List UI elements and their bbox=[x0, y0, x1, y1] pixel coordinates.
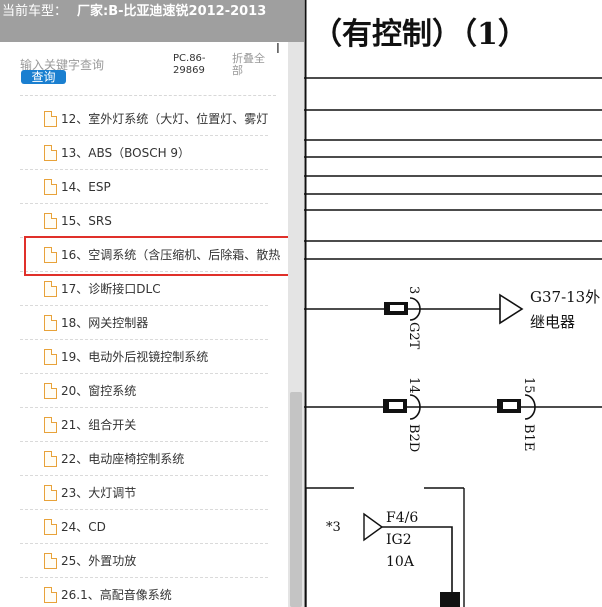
wiring-diagram: （有控制）（1） 3 G2T G37-13外 继电器 14 B2D 15 B1E… bbox=[304, 0, 602, 607]
tree-item-label: 15、SRS bbox=[61, 214, 112, 228]
document-icon bbox=[44, 417, 57, 433]
connector-g2t-label: G2T bbox=[406, 322, 421, 350]
document-icon bbox=[44, 587, 57, 603]
title-prefix: 当前车型： bbox=[2, 4, 68, 19]
document-icon bbox=[44, 553, 57, 569]
connector-b2d-label: B2D bbox=[406, 424, 421, 452]
tree-item-label: 18、网关控制器 bbox=[61, 316, 149, 330]
selection-highlight bbox=[24, 236, 293, 276]
document-icon bbox=[44, 213, 57, 229]
bar-glyph: I bbox=[276, 42, 280, 57]
connector-slot bbox=[389, 402, 403, 409]
diagram-header: （有控制）（1） bbox=[312, 17, 528, 52]
tree-item[interactable]: 14、ESP bbox=[20, 170, 268, 204]
connector-slot bbox=[503, 402, 517, 409]
tree-item-label: 22、电动座椅控制系统 bbox=[61, 452, 185, 466]
tree-item[interactable]: 20、窗控系统 bbox=[20, 374, 268, 408]
pin-14-label: 14 bbox=[406, 377, 421, 394]
document-icon bbox=[44, 519, 57, 535]
tree-item[interactable]: 25、外置功放 bbox=[20, 544, 268, 578]
relay-label-line2: 继电器 bbox=[530, 313, 575, 331]
fuse-triangle bbox=[363, 512, 384, 542]
document-icon bbox=[44, 179, 57, 195]
diagram-svg: （有控制）（1） 3 G2T G37-13外 继电器 14 B2D 15 B1E… bbox=[304, 0, 602, 607]
tree-item[interactable]: 12、室外灯系统（大灯、位置灯、雾灯 bbox=[20, 102, 268, 136]
tree-item-label: 24、CD bbox=[61, 520, 106, 534]
document-icon bbox=[44, 349, 57, 365]
tree-item[interactable]: 17、诊断接口DLC bbox=[20, 272, 268, 306]
tree-item[interactable]: 13、ABS（BOSCH 9） bbox=[20, 136, 268, 170]
car-model: 厂家:B-比亚迪速锐2012-2013 bbox=[77, 4, 267, 19]
tree-item-label: 25、外置功放 bbox=[61, 554, 137, 568]
relay-triangle bbox=[499, 293, 524, 325]
tree-item[interactable]: 26.1、高配音像系统 bbox=[20, 578, 268, 607]
navigation-panel: 输入关键字查询 查询 PC.86-29869 折叠全部 I 12、室外灯系统（大… bbox=[0, 42, 288, 607]
fuse-label-f46: F4/6 bbox=[386, 510, 418, 526]
tree-item[interactable]: 15、SRS bbox=[20, 204, 268, 238]
mark-star3: *3 bbox=[326, 520, 341, 535]
tree-item[interactable]: 19、电动外后视镜控制系统 bbox=[20, 340, 268, 374]
search-area: 输入关键字查询 查询 PC.86-29869 折叠全部 I bbox=[0, 42, 288, 96]
tree-item-label: 19、电动外后视镜控制系统 bbox=[61, 350, 209, 364]
pin-15-label: 15 bbox=[521, 377, 536, 394]
tree-item[interactable]: 18、网关控制器 bbox=[20, 306, 268, 340]
tree-item-label: 26.1、高配音像系统 bbox=[61, 588, 172, 602]
tree-scrollbar[interactable] bbox=[288, 42, 304, 607]
tree-item[interactable]: 21、组合开关 bbox=[20, 408, 268, 442]
tree-item-label: 23、大灯调节 bbox=[61, 486, 137, 500]
wire-bundle bbox=[304, 77, 602, 260]
tree-item-label: 14、ESP bbox=[61, 180, 111, 194]
tree-item[interactable]: 22、电动座椅控制系统 bbox=[20, 442, 268, 476]
document-icon bbox=[44, 145, 57, 161]
connector-b1e-label: B1E bbox=[521, 424, 536, 451]
search-button[interactable]: 查询 bbox=[21, 70, 66, 84]
scroll-thumb[interactable] bbox=[290, 392, 302, 607]
document-icon bbox=[44, 451, 57, 467]
document-icon bbox=[44, 485, 57, 501]
tree-item-label: 13、ABS（BOSCH 9） bbox=[61, 146, 191, 160]
tree-item-label: 20、窗控系统 bbox=[61, 384, 137, 398]
pin-3-label: 3 bbox=[406, 286, 421, 294]
tree-item-label: 21、组合开关 bbox=[61, 418, 137, 432]
fuse-label-ig2: IG2 bbox=[386, 532, 412, 548]
connector-slot bbox=[390, 305, 404, 311]
tree-item-label: 12、室外灯系统（大灯、位置灯、雾灯 bbox=[61, 112, 269, 126]
divider bbox=[20, 95, 276, 96]
fuse-label-10a: 10A bbox=[386, 554, 415, 570]
document-icon bbox=[44, 111, 57, 127]
relay-label-line1: G37-13外 bbox=[530, 288, 600, 306]
tree-item-label: 17、诊断接口DLC bbox=[61, 282, 161, 296]
fuse-connector bbox=[440, 592, 460, 607]
document-icon bbox=[44, 315, 57, 331]
pc-code: PC.86-29869 bbox=[173, 53, 206, 76]
collapse-all-button[interactable]: 折叠全部 bbox=[232, 53, 272, 77]
document-icon bbox=[44, 281, 57, 297]
document-icon bbox=[44, 383, 57, 399]
tree-item[interactable]: 24、CD bbox=[20, 510, 268, 544]
tree-item[interactable]: 23、大灯调节 bbox=[20, 476, 268, 510]
fuse-box-outline bbox=[305, 487, 465, 607]
